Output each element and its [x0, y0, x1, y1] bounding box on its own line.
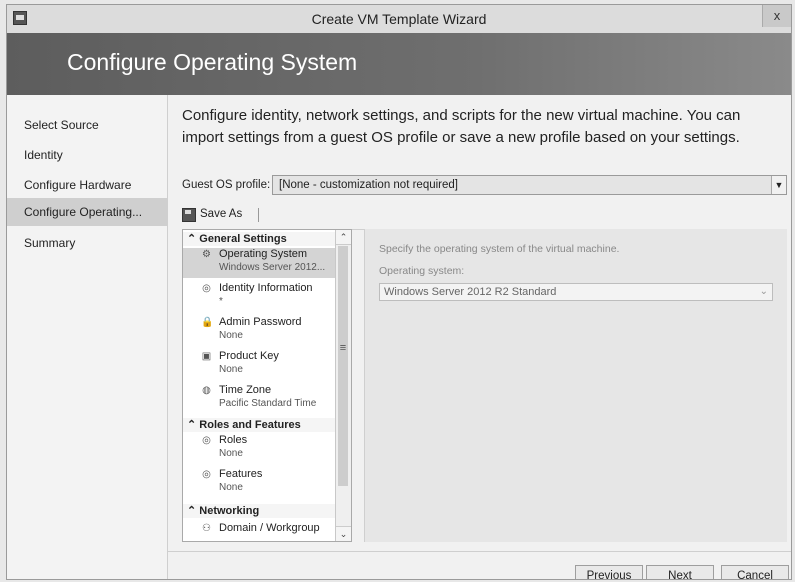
tree-item-product-key[interactable]: ▣ Product Key None	[183, 350, 336, 380]
tree-item-title: Features	[219, 468, 263, 480]
cancel-button[interactable]: Cancel	[721, 565, 789, 579]
section-general-settings[interactable]: ⌃ General Settings	[183, 232, 336, 246]
footer-divider	[168, 551, 791, 552]
tree-item-value: Windows Server 2012...	[219, 262, 326, 273]
nav-item-identity[interactable]: Identity	[7, 141, 167, 169]
operating-system-label: Operating system:	[379, 265, 465, 277]
os-icon: ⚙	[202, 249, 211, 260]
product-key-icon: ▣	[201, 351, 212, 362]
window-title: Create VM Template Wizard	[311, 11, 487, 27]
save-icon[interactable]	[182, 208, 196, 222]
tree-item-title: Admin Password	[219, 316, 302, 328]
nav-item-summary[interactable]: Summary	[7, 229, 167, 257]
tree-item-title: Identity Information	[219, 282, 313, 294]
scroll-up-icon[interactable]: ⌃	[336, 230, 351, 245]
tree-item-identity-information[interactable]: ◎ Identity Information *	[183, 282, 336, 312]
scroll-grip-icon: ≡	[339, 342, 347, 354]
identity-icon: ◎	[202, 283, 211, 294]
nav-item-configure-operating[interactable]: Configure Operating...	[7, 198, 167, 226]
title-bar[interactable]: Create VM Template Wizard x	[7, 5, 791, 34]
password-icon: 🔒	[201, 317, 214, 328]
domain-icon: ⚇	[202, 523, 211, 534]
section-networking[interactable]: ⌃ Networking	[183, 504, 336, 518]
guest-os-profile-label: Guest OS profile:	[182, 179, 271, 191]
detail-panel: Specify the operating system of the virt…	[364, 229, 787, 542]
section-roles-and-features[interactable]: ⌃ Roles and Features	[183, 418, 336, 432]
page-title: Configure Operating System	[67, 49, 358, 75]
page-description: Configure identity, network settings, an…	[182, 107, 741, 146]
globe-icon: ◍	[202, 385, 211, 396]
previous-button[interactable]: Previous	[575, 565, 643, 579]
tree-item-value: *	[219, 296, 223, 307]
collapse-icon[interactable]: ⌃	[187, 419, 196, 431]
tree-item-value: None	[219, 448, 243, 459]
page-banner: Configure Operating System	[7, 33, 791, 95]
detail-description: Specify the operating system of the virt…	[379, 243, 620, 255]
scroll-thumb[interactable]	[338, 246, 348, 486]
nav-item-configure-hardware[interactable]: Configure Hardware	[7, 171, 167, 199]
tree-scrollbar[interactable]: ⌃ ≡ ⌄	[335, 230, 351, 541]
tree-item-title: Domain / Workgroup	[219, 522, 320, 534]
section-label: Roles and Features	[199, 419, 301, 431]
main-content: Configure identity, network settings, an…	[168, 95, 791, 579]
toolbar-separator	[258, 208, 259, 222]
tree-item-roles[interactable]: ◎ Roles None	[183, 434, 336, 464]
scroll-down-icon[interactable]: ⌄	[336, 526, 351, 541]
close-button[interactable]: x	[762, 5, 791, 27]
guest-os-profile-value: [None - customization not required]	[279, 179, 458, 191]
collapse-icon[interactable]: ⌃	[187, 505, 196, 517]
operating-system-value: Windows Server 2012 R2 Standard	[384, 286, 557, 298]
nav-item-select-source[interactable]: Select Source	[7, 111, 167, 139]
tree-item-admin-password[interactable]: 🔒 Admin Password None	[183, 316, 336, 346]
collapse-icon[interactable]: ⌃	[187, 233, 196, 245]
tree-item-title: Time Zone	[219, 384, 272, 396]
tree-item-features[interactable]: ◎ Features None	[183, 468, 336, 498]
wizard-window: Create VM Template Wizard x Configure Op…	[6, 4, 792, 580]
section-label: General Settings	[199, 233, 287, 245]
wizard-nav: Select Source Identity Configure Hardwar…	[7, 95, 168, 579]
operating-system-dropdown[interactable]: Windows Server 2012 R2 Standard ⌄	[379, 283, 773, 301]
save-as-button[interactable]: Save As	[200, 208, 242, 220]
tree-item-title: Operating System	[219, 248, 308, 260]
guest-os-profile-dropdown[interactable]: [None - customization not required] ▼	[272, 175, 787, 195]
roles-icon: ◎	[202, 435, 211, 446]
tree-item-operating-system[interactable]: ⚙ Operating System Windows Server 2012..…	[183, 248, 336, 278]
settings-tree: ⌃ General Settings ⚙ Operating System Wi…	[182, 229, 352, 542]
chevron-down-icon[interactable]: ⌄	[760, 284, 768, 300]
tree-item-value: None	[219, 482, 243, 493]
tree-item-title: Product Key	[219, 350, 279, 362]
section-label: Networking	[199, 505, 260, 517]
tree-item-time-zone[interactable]: ◍ Time Zone Pacific Standard Time	[183, 384, 336, 414]
tree-item-value: None	[219, 330, 243, 341]
tree-item-title: Roles	[219, 434, 248, 446]
tree-item-value: None	[219, 364, 243, 375]
toolbar: Save As	[182, 205, 787, 230]
dropdown-arrow-icon[interactable]: ▼	[771, 176, 786, 194]
tree-item-value: Pacific Standard Time	[219, 398, 317, 409]
tree-item-domain-workgroup[interactable]: ⚇ Domain / Workgroup	[183, 522, 336, 540]
next-button[interactable]: Next	[646, 565, 714, 579]
features-icon: ◎	[202, 469, 211, 480]
